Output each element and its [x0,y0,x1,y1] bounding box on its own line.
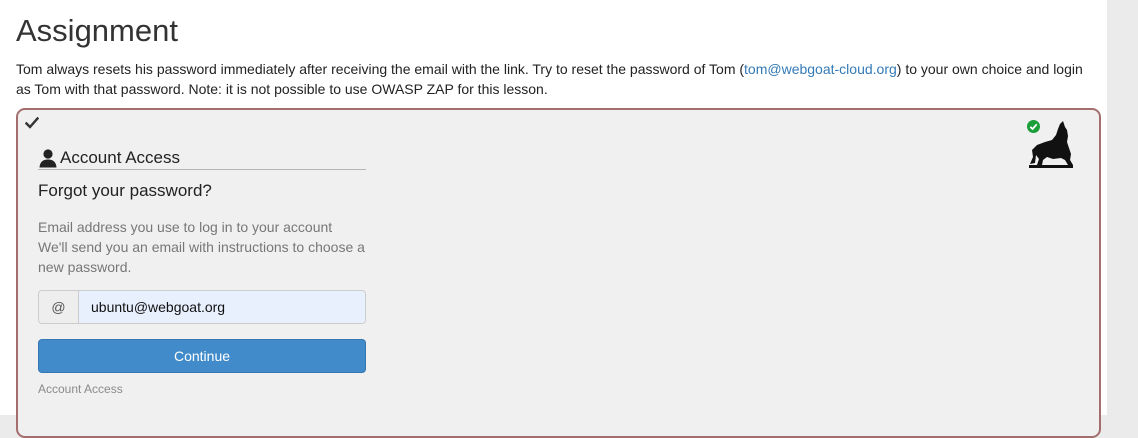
account-access-link[interactable]: Account Access [38,382,366,396]
check-icon [25,116,39,129]
description-text-before: Tom always resets his password immediate… [16,61,745,77]
assignment-panel: Account Access Forgot your password? Ema… [16,108,1101,438]
password-reset-form: Account Access Forgot your password? Ema… [38,148,366,396]
help-line-1: Email address you use to log in to your … [38,219,333,235]
user-icon [39,149,57,168]
help-line-2: We'll send you an email with instruction… [38,239,365,275]
page: Assignment Tom always resets his passwor… [0,0,1107,438]
account-access-title: Account Access [60,148,181,167]
email-input-group: @ [38,290,366,324]
tom-email-link[interactable]: tom@webgoat-cloud.org [744,61,897,77]
at-sign-addon: @ [39,291,79,323]
continue-button[interactable]: Continue [38,339,366,373]
email-field[interactable] [79,291,365,323]
forgot-password-heading: Forgot your password? [38,181,212,200]
webgoat-logo [1027,118,1075,170]
assignment-description: Tom always resets his password immediate… [16,59,1091,99]
help-text: Email address you use to log in to your … [38,217,366,277]
green-check-icon [1027,120,1040,133]
page-title: Assignment [16,13,178,48]
account-access-header: Account Access [38,148,366,170]
